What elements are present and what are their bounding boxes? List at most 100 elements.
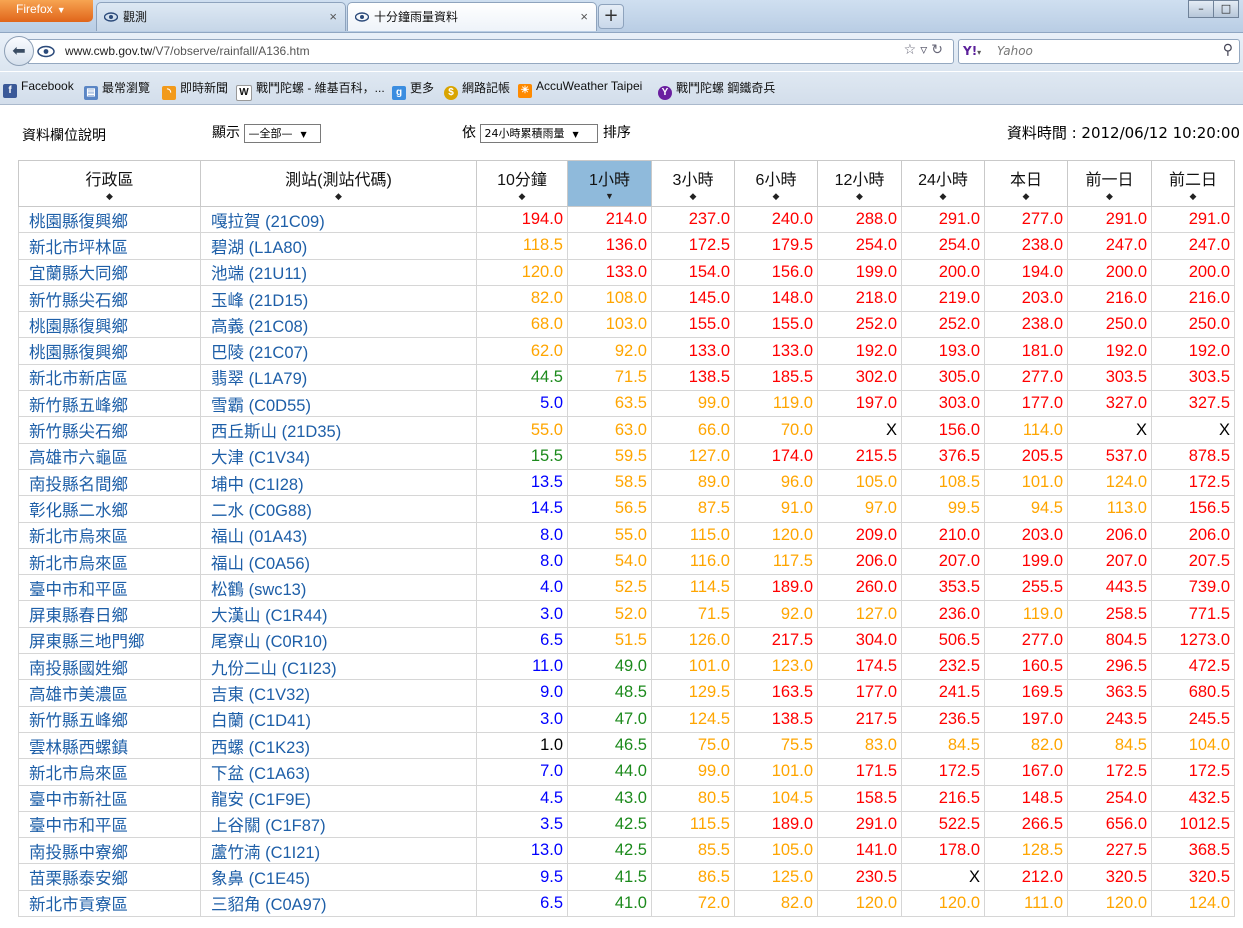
table-row: 南投縣名間鄉 埔中 (C1I28) 13.5 58.5 89.0 96.0 105.0 108… xyxy=(18,468,1235,497)
bookmark-wikipedia[interactable]: W 戰鬥陀螺 - 維基百科，... xyxy=(236,79,385,101)
station-link[interactable]: 象鼻 (C1E45) xyxy=(200,863,477,891)
sort-prefix: 依 xyxy=(462,125,476,141)
column-header[interactable]: 前二日 ◆ xyxy=(1151,160,1235,207)
bookmark-accounting[interactable]: $ 網路記帳 xyxy=(444,79,510,100)
rainfall-value: 52.0 xyxy=(567,600,652,628)
station-link[interactable]: 上谷關 (C1F87) xyxy=(200,810,477,839)
station-link[interactable]: 玉峰 (21D15) xyxy=(200,284,477,313)
station-link[interactable]: 巴陵 (21C07) xyxy=(200,337,477,365)
station-link[interactable]: 九份二山 (C1I23) xyxy=(200,653,477,681)
column-header[interactable]: 10分鐘 ◆ xyxy=(476,160,568,207)
address-bar[interactable]: www.cwb.gov.tw/V7/observe/rainfall/A136.… xyxy=(28,39,954,64)
station-link[interactable]: 尾寮山 (C0R10) xyxy=(200,626,477,655)
new-tab-button[interactable]: + xyxy=(598,4,624,29)
station-link[interactable]: 埔中 (C1I28) xyxy=(200,468,477,497)
history-dropdown-icon[interactable]: ▿ xyxy=(920,42,931,58)
station-link[interactable]: 下盆 (C1A63) xyxy=(200,758,477,786)
firefox-menu-button[interactable]: Firefox ▼ xyxy=(0,0,93,22)
rainfall-value: 277.0 xyxy=(984,363,1068,392)
display-select[interactable]: —全部— ▼ xyxy=(244,123,322,143)
maximize-icon[interactable]: □ xyxy=(1213,0,1239,18)
field-description-link[interactable]: 資料欄位說明 xyxy=(22,125,106,145)
station-link[interactable]: 大津 (C1V34) xyxy=(200,442,477,470)
rainfall-value: 215.5 xyxy=(817,442,902,470)
bookmark-latest-news[interactable]: ◝ 即時新聞 xyxy=(162,79,228,100)
rainfall-value: 99.5 xyxy=(901,495,985,523)
sort-desc-icon[interactable]: ▼ xyxy=(568,192,651,201)
sort-icon[interactable]: ◆ xyxy=(1152,192,1234,201)
search-icon[interactable]: ⚲ xyxy=(1223,42,1233,58)
bookmark-facebook[interactable]: f Facebook xyxy=(3,79,74,98)
station-link[interactable]: 二水 (C0G88) xyxy=(200,495,477,523)
area-cell: 南投縣名間鄉 xyxy=(18,468,201,497)
station-link[interactable]: 松鶴 (swc13) xyxy=(200,574,477,602)
table-row: 高雄市六龜區 大津 (C1V34) 15.5 59.5 127.0 174.0 215.5 3… xyxy=(18,442,1235,470)
rainfall-value: 108.5 xyxy=(901,468,985,497)
rainfall-value: 200.0 xyxy=(901,258,985,286)
column-header[interactable]: 測站(測站代碼) ◆ xyxy=(200,160,477,207)
area-cell: 高雄市美濃區 xyxy=(18,679,201,707)
area-cell: 新北市貢寮區 xyxy=(18,889,201,918)
rainfall-value: 163.5 xyxy=(734,679,818,707)
bookmark-beyblade[interactable]: Y 戰鬥陀螺 鋼鐵奇兵 xyxy=(658,79,775,100)
rainfall-value: 210.0 xyxy=(901,521,985,549)
bookmark-accuweather[interactable]: ☀ AccuWeather Taipei xyxy=(518,79,642,98)
search-engine-selector[interactable]: Y!▾ xyxy=(963,44,981,58)
station-link[interactable]: 碧湖 (L1A80) xyxy=(200,232,477,260)
sort-icon[interactable]: ◆ xyxy=(902,192,984,201)
bookmark-more[interactable]: g 更多 xyxy=(392,79,434,100)
station-link[interactable]: 龍安 (C1F9E) xyxy=(200,784,477,812)
column-header[interactable]: 行政區 ◆ xyxy=(18,160,201,207)
station-link[interactable]: 西丘斯山 (21D35) xyxy=(200,416,477,444)
station-link[interactable]: 雪霸 (C0D55) xyxy=(200,390,477,418)
station-link[interactable]: 池端 (21U11) xyxy=(200,258,477,286)
reload-icon[interactable]: ↻ xyxy=(931,42,947,58)
sort-icon[interactable]: ◆ xyxy=(477,192,567,201)
station-link[interactable]: 西螺 (C1K23) xyxy=(200,731,477,760)
tab-rainfall[interactable]: 十分鐘雨量資料 × xyxy=(347,2,597,31)
station-link[interactable]: 吉東 (C1V32) xyxy=(200,679,477,707)
column-header[interactable]: 1小時 ▼ xyxy=(567,160,652,207)
area-cell: 彰化縣二水鄉 xyxy=(18,495,201,523)
column-header[interactable]: 6小時 ◆ xyxy=(734,160,818,207)
station-link[interactable]: 嘎拉賀 (21C09) xyxy=(200,205,477,234)
station-link[interactable]: 白蘭 (C1D41) xyxy=(200,705,477,733)
station-link[interactable]: 三貂角 (C0A97) xyxy=(200,889,477,918)
station-link[interactable]: 高義 (21C08) xyxy=(200,311,477,339)
station-link[interactable]: 福山 (C0A56) xyxy=(200,547,477,576)
station-link[interactable]: 福山 (01A43) xyxy=(200,521,477,549)
bookmark-star-icon[interactable]: ☆ xyxy=(904,42,921,58)
rainfall-value: 174.5 xyxy=(817,653,902,681)
minimize-icon[interactable]: – xyxy=(1188,0,1214,18)
url-bar-tools: ☆▿↻ xyxy=(904,42,947,58)
column-header[interactable]: 本日 ◆ xyxy=(984,160,1068,207)
sort-select[interactable]: 24小時累積雨量 ▼ xyxy=(480,123,599,143)
area-cell: 桃園縣復興鄉 xyxy=(18,205,201,234)
rainfall-value: 8.0 xyxy=(476,521,568,549)
close-tab-icon[interactable]: × xyxy=(580,3,588,31)
sort-icon[interactable]: ◆ xyxy=(19,192,200,201)
column-header[interactable]: 3小時 ◆ xyxy=(651,160,735,207)
sort-icon[interactable]: ◆ xyxy=(652,192,734,201)
sort-icon[interactable]: ◆ xyxy=(1068,192,1151,201)
station-link[interactable]: 翡翠 (L1A79) xyxy=(200,363,477,392)
sort-icon[interactable]: ◆ xyxy=(735,192,817,201)
site-identity-icon[interactable] xyxy=(37,45,55,58)
sort-icon[interactable]: ◆ xyxy=(201,192,476,201)
search-box[interactable]: Y!▾ Yahoo ⚲ xyxy=(958,39,1240,64)
tab-observe[interactable]: 觀測 × xyxy=(96,2,346,31)
sort-icon[interactable]: ◆ xyxy=(818,192,901,201)
column-header[interactable]: 12小時 ◆ xyxy=(817,160,902,207)
station-link[interactable]: 蘆竹湳 (C1I21) xyxy=(200,837,477,865)
close-tab-icon[interactable]: × xyxy=(329,3,337,31)
rainfall-value: 739.0 xyxy=(1151,574,1235,602)
station-link[interactable]: 大漢山 (C1R44) xyxy=(200,600,477,628)
sort-icon[interactable]: ◆ xyxy=(985,192,1067,201)
back-button[interactable]: ⬅ xyxy=(4,36,34,66)
area-cell: 臺中市和平區 xyxy=(18,574,201,602)
table-row: 新竹縣五峰鄉 雪霸 (C0D55) 5.0 63.5 99.0 119.0 197.0 303… xyxy=(18,390,1235,418)
bookmark-most-visited[interactable]: ▤ 最常瀏覽 xyxy=(84,79,150,100)
column-header[interactable]: 24小時 ◆ xyxy=(901,160,985,207)
column-header[interactable]: 前一日 ◆ xyxy=(1067,160,1152,207)
rainfall-value: 148.5 xyxy=(984,784,1068,812)
